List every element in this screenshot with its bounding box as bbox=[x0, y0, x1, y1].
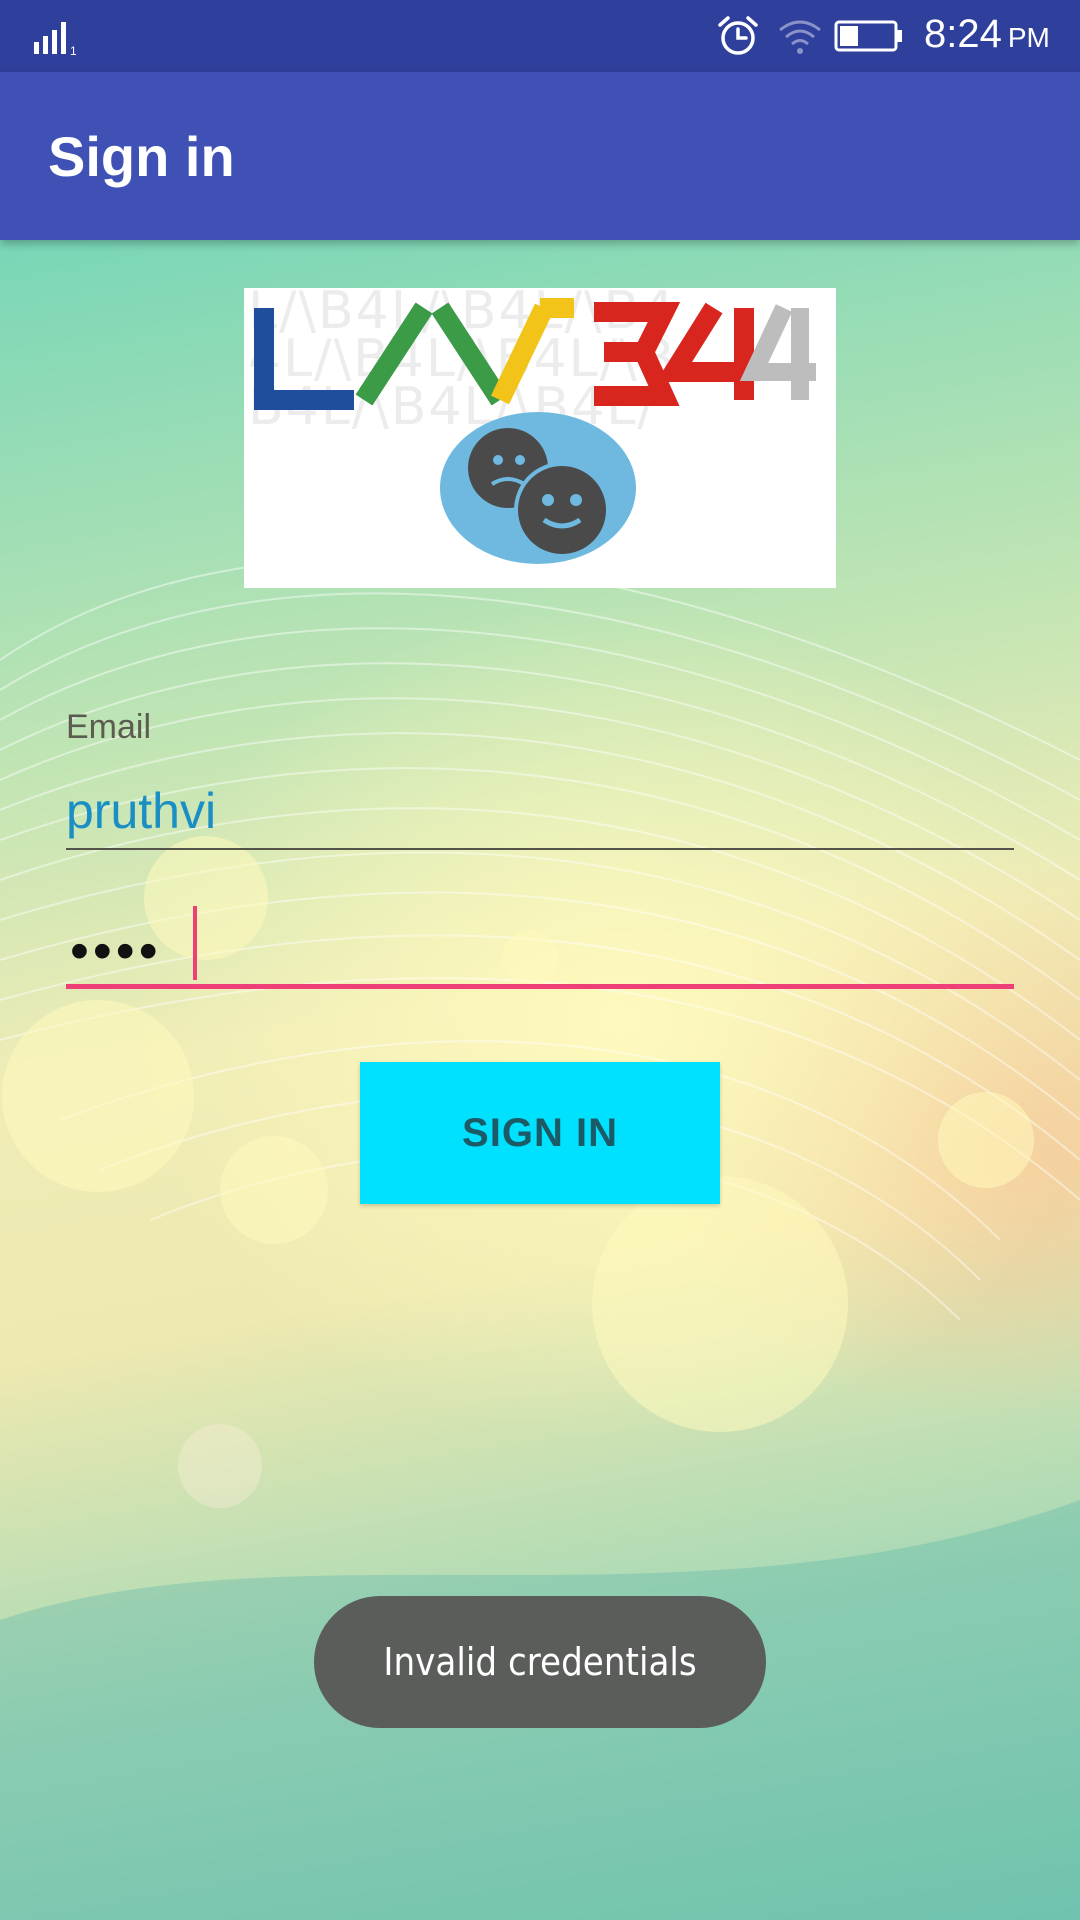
signal-sim-label: 1 bbox=[70, 44, 77, 56]
toast-message: Invalid credentials bbox=[314, 1596, 766, 1728]
text-cursor bbox=[193, 906, 197, 980]
app-logo: L/\B4L/\B4L/\B4 4L/\B4L/\B4L/\B B4L/\B4L… bbox=[244, 288, 836, 588]
status-clock: 8:24 PM bbox=[924, 12, 1050, 57]
wifi-icon bbox=[779, 20, 821, 54]
email-input[interactable] bbox=[66, 776, 1014, 846]
app-bar: Sign in bbox=[0, 72, 1080, 240]
toast-text: Invalid credentials bbox=[383, 1640, 697, 1684]
email-label: Email bbox=[66, 708, 152, 746]
email-underline bbox=[66, 848, 1014, 850]
alarm-icon bbox=[718, 16, 758, 55]
clock-ampm: PM bbox=[1007, 22, 1050, 53]
clock-time: 8:24 bbox=[924, 12, 1002, 56]
password-underline bbox=[66, 984, 1014, 989]
status-bar: 1 8:24 PM bbox=[0, 0, 1080, 72]
signal-icon: 1 bbox=[34, 22, 77, 56]
password-field[interactable]: •••• bbox=[70, 920, 162, 982]
sign-in-button[interactable]: SIGN IN bbox=[360, 1062, 720, 1204]
page-title: Sign in bbox=[48, 125, 235, 188]
battery-icon bbox=[834, 20, 902, 52]
logo-image: L/\B4L/\B4L/\B4 4L/\B4L/\B4L/\B B4L/\B4L… bbox=[248, 288, 816, 564]
